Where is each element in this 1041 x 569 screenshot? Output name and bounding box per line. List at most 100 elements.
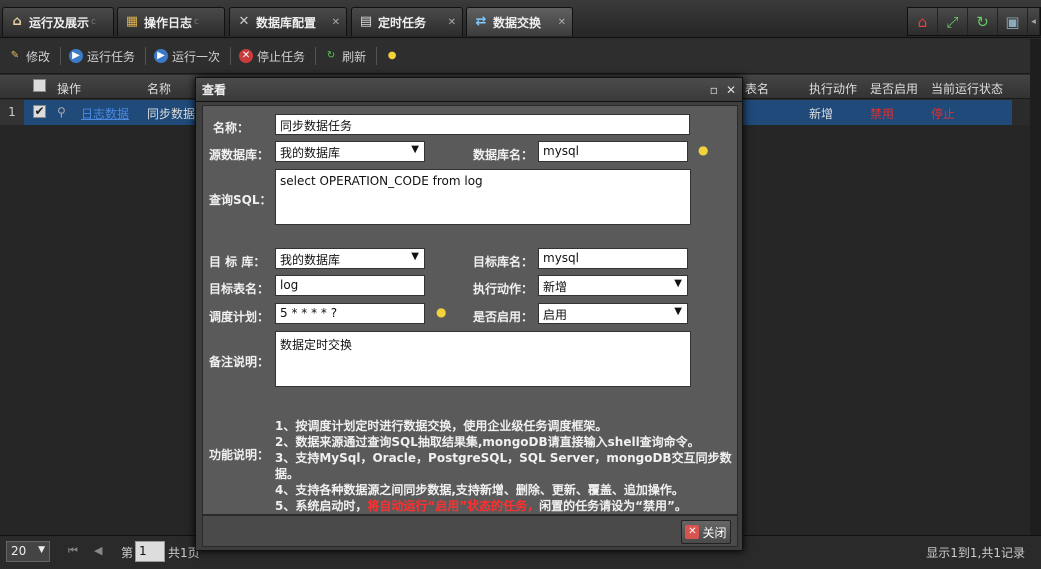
target-db-name-label: 目标库名： <box>473 255 534 269</box>
close-button[interactable]: ✕ 关闭 <box>681 520 731 544</box>
stop-task-button[interactable]: ✕ 停止任务 <box>239 48 305 65</box>
edit-label: 修改 <box>26 49 51 64</box>
source-db-select[interactable]: 我的数据库 ▼ <box>275 141 425 162</box>
tab-label: 运行及展示 <box>29 15 90 30</box>
stop-icon: ✕ <box>239 49 254 63</box>
scroll-arrow-icon[interactable]: ◂ <box>1028 8 1040 35</box>
tab-db-config[interactable]: ✕ 数据库配置 ✕ <box>229 7 347 36</box>
col-enabled[interactable]: 是否启用 <box>870 80 918 97</box>
note-line: 5、系统启动时，将自动运行“启用”状态的任务，闲置的任务请设为“禁用”。 <box>275 498 735 514</box>
refresh-icon[interactable]: ↻ <box>968 8 998 35</box>
schedule-input[interactable]: 5 * * * * ? <box>275 303 425 324</box>
page-prefix: 第 <box>121 546 134 560</box>
play-icon: ▶ <box>69 49 84 63</box>
maximize-icon[interactable]: ▫ <box>710 83 718 97</box>
lightbulb-icon[interactable]: ● <box>436 305 446 319</box>
target-db-label: 目 标 库： <box>209 255 266 269</box>
first-page-icon[interactable]: ⏮ <box>68 544 78 558</box>
exec-action-select[interactable]: 新增 ▼ <box>538 275 688 296</box>
tab-operation-log[interactable]: ▦ 操作日志 c <box>117 7 225 36</box>
enabled-select[interactable]: 启用 ▼ <box>538 303 688 324</box>
note-line: 1、按调度计划定时进行数据交换，使用企业级任务调度框架。 <box>275 419 608 433</box>
target-db-value: 我的数据库 <box>280 253 341 267</box>
select-all-checkbox[interactable]: ✔ <box>33 79 46 92</box>
page-size-select[interactable]: 20 ▼ <box>6 541 50 562</box>
close-icon[interactable]: ✕ <box>558 17 566 28</box>
stop-task-label: 停止任务 <box>257 49 306 64</box>
col-exec-action[interactable]: 执行动作 <box>809 80 857 97</box>
schedule-label: 调度计划： <box>209 310 270 324</box>
note5-red: 将自动运行“启用”状态的任务， <box>367 499 540 513</box>
view-dialog: 查看 ▫ ✕ 名称： 同步数据任务 源数据库： 我的数据库 ▼ 数据库名： my… <box>195 77 743 551</box>
close-icon[interactable]: ✕ <box>332 17 340 28</box>
dialog-title: 查看 <box>202 83 227 97</box>
close-label: 关闭 <box>702 525 727 540</box>
home-icon[interactable]: ⌂ <box>908 8 938 35</box>
db-name-input[interactable]: mysql <box>538 141 688 162</box>
chevron-down-icon: ▼ <box>674 306 682 317</box>
tools-icon: ✕ <box>238 14 250 29</box>
dialog-titlebar[interactable]: 查看 ▫ ✕ <box>196 78 742 102</box>
document-icon: ▤ <box>359 14 373 29</box>
magnifier-icon[interactable]: ⚲ <box>57 105 66 119</box>
view-link[interactable]: 日志数据 <box>81 105 129 122</box>
source-db-label: 源数据库： <box>209 148 270 162</box>
edit-button[interactable]: ✎ 修改 <box>8 48 50 65</box>
target-db-name-input[interactable]: mysql <box>538 248 688 269</box>
sql-label: 查询SQL： <box>209 193 272 207</box>
function-notes: 1、按调度计划定时进行数据交换，使用企业级任务调度框架。 2、数据来源通过查询S… <box>275 418 735 514</box>
divider <box>60 47 62 65</box>
exec-action-label: 执行动作： <box>473 282 534 296</box>
refresh-icon: ↻ <box>326 50 336 61</box>
row-enabled: 禁用 <box>870 107 895 121</box>
close-icon[interactable]: ✕ <box>726 83 736 97</box>
prev-page-icon[interactable]: ◀ <box>94 544 102 557</box>
chevron-down-icon: ▼ <box>38 545 45 555</box>
tab-scheduled-task[interactable]: ▤ 定时任务 ✕ <box>351 7 463 36</box>
row-checkbox[interactable]: ✔ <box>33 105 46 118</box>
tab-data-exchange[interactable]: ⇄ 数据交换 ✕ <box>466 7 573 36</box>
exec-action-value: 新增 <box>543 280 568 294</box>
help-button[interactable]: ● <box>385 49 403 63</box>
note5-a: 5、系统启动时， <box>275 499 368 513</box>
target-table-input[interactable]: log <box>275 275 425 296</box>
note-line: 4、支持各种数据源之间同步数据,支持新增、删除、更新、覆盖、追加操作。 <box>275 483 684 497</box>
window-icon[interactable]: ▣ <box>998 8 1028 35</box>
name-input[interactable]: 同步数据任务 <box>275 114 690 135</box>
exchange-icon: ⇄ <box>475 14 487 29</box>
tab-label: 定时任务 <box>378 15 427 30</box>
tab-label: 数据库配置 <box>256 15 317 30</box>
vertical-scrollbar[interactable] <box>1030 39 1041 535</box>
function-label: 功能说明： <box>209 448 270 462</box>
tab-bar: ⌂ 运行及展示 c ▦ 操作日志 c ✕ 数据库配置 ✕ ▤ 定时任务 ✕ ⇄ … <box>0 0 1041 38</box>
col-name[interactable]: 名称 <box>147 80 171 97</box>
target-db-select[interactable]: 我的数据库 ▼ <box>275 248 425 269</box>
enabled-value: 启用 <box>543 308 568 322</box>
run-task-button[interactable]: ▶ 运行任务 <box>69 48 135 65</box>
divider <box>145 47 147 65</box>
fullscreen-icon[interactable]: ⤢ <box>938 8 968 35</box>
col-status[interactable]: 当前运行状态 <box>931 80 1003 97</box>
row-status: 停止 <box>931 107 956 121</box>
page-number-input[interactable]: 1 <box>135 541 165 562</box>
close-icon[interactable]: c <box>194 17 199 27</box>
page-size-value: 20 <box>11 544 27 558</box>
lightbulb-icon[interactable]: ● <box>698 143 708 157</box>
divider <box>376 47 378 65</box>
col-action[interactable]: 操作 <box>57 80 81 97</box>
window-tools: ⌂ ⤢ ↻ ▣ ◂ <box>907 7 1041 36</box>
play-icon: ▶ <box>154 49 169 63</box>
chevron-down-icon: ▼ <box>411 251 419 262</box>
col-table[interactable]: 表名 <box>745 80 769 97</box>
tab-run-display[interactable]: ⌂ 运行及展示 c <box>2 7 114 36</box>
run-once-button[interactable]: ▶ 运行一次 <box>154 48 220 65</box>
divider <box>230 47 232 65</box>
note-line: 3、支持MySql，Oracle，PostgreSQL，SQL Server，m… <box>275 451 732 481</box>
close-icon[interactable]: c <box>91 17 96 27</box>
note-line: 2、数据来源通过查询SQL抽取结果集,mongoDB请直接输入shell查询命令… <box>275 435 700 449</box>
close-icon[interactable]: ✕ <box>448 17 456 28</box>
remark-textarea[interactable]: 数据定时交换 <box>275 331 691 387</box>
run-once-label: 运行一次 <box>172 49 221 64</box>
refresh-button[interactable]: ↻ 刷新 <box>324 48 366 65</box>
sql-textarea[interactable]: select OPERATION_CODE from log <box>275 169 691 225</box>
